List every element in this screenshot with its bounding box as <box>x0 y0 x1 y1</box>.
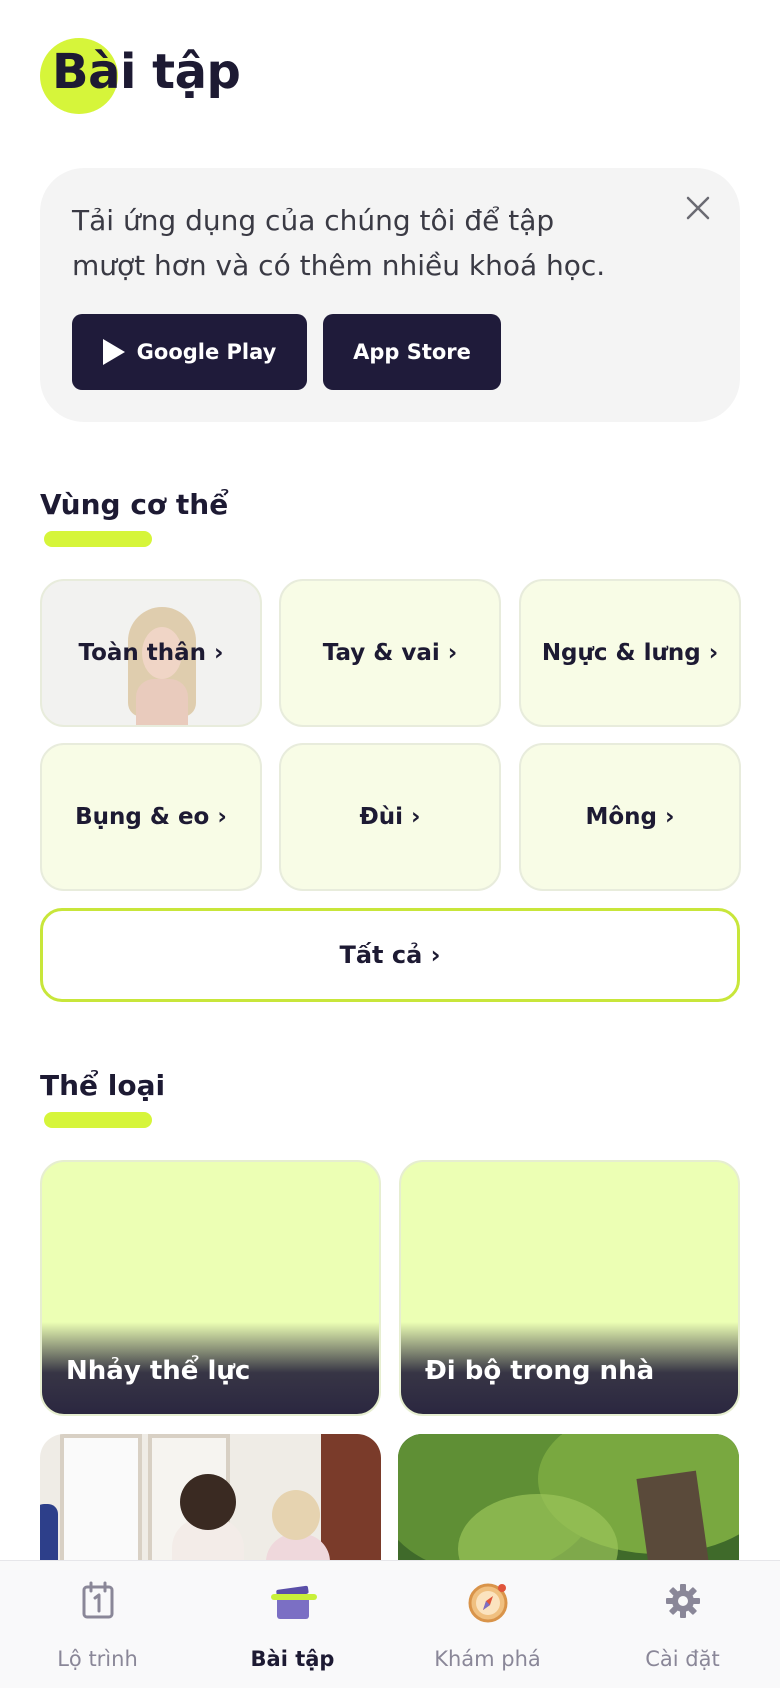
body-zone-card-thighs[interactable]: Đùi › <box>279 743 501 891</box>
section-underline <box>44 531 152 547</box>
banner-text: Tải ứng dụng của chúng tôi để tập mượt h… <box>72 204 606 282</box>
body-zone-label: Mông › <box>585 804 675 830</box>
compass-icon <box>464 1577 512 1625</box>
clapperboard-icon <box>269 1577 317 1625</box>
body-zone-card-chest-back[interactable]: Ngực & lưng › <box>519 579 741 727</box>
play-icon <box>102 339 125 365</box>
section-title-categories: Thể loại <box>40 1069 166 1102</box>
all-button-label: Tất cả › <box>339 941 441 969</box>
gear-icon <box>659 1577 707 1625</box>
app-store-button[interactable]: App Store <box>323 314 501 390</box>
category-label: Đi bộ trong nhà <box>425 1356 655 1386</box>
body-zone-label: Toàn thân › <box>78 640 224 666</box>
tab-settings[interactable]: Cài đặt <box>585 1561 780 1688</box>
bottom-tab-bar: Lộ trình Bài tập Khám phá Cài đặt <box>0 1560 780 1688</box>
app-download-banner: Tải ứng dụng của chúng tôi để tập mượt h… <box>40 168 740 422</box>
google-play-button[interactable]: Google Play <box>72 314 307 390</box>
model-photo <box>122 607 202 725</box>
body-zone-label: Tay & vai › <box>322 640 458 666</box>
tab-label: Khám phá <box>434 1647 541 1671</box>
close-icon[interactable] <box>680 190 716 226</box>
body-zone-card-arms-shoulders[interactable]: Tay & vai › <box>279 579 501 727</box>
category-card-fitness-dance[interactable]: Nhảy thể lực <box>40 1160 381 1416</box>
body-zone-card-abs-waist[interactable]: Bụng & eo › <box>40 743 262 891</box>
calendar-icon <box>74 1577 122 1625</box>
body-zone-label: Bụng & eo › <box>75 804 227 830</box>
body-zone-card-full-body[interactable]: Toàn thân › <box>40 579 262 727</box>
tab-explore[interactable]: Khám phá <box>390 1561 585 1688</box>
body-zone-card-glutes[interactable]: Mông › <box>519 743 741 891</box>
section-underline <box>44 1112 152 1128</box>
app-store-label: App Store <box>353 340 471 364</box>
tab-label: Lộ trình <box>57 1647 138 1671</box>
google-play-label: Google Play <box>136 340 277 364</box>
body-zone-label: Ngực & lưng › <box>541 640 719 666</box>
body-zone-label: Đùi › <box>359 804 421 830</box>
tab-label: Cài đặt <box>645 1647 720 1671</box>
tab-label: Bài tập <box>250 1647 335 1671</box>
category-card-indoor-walking[interactable]: Đi bộ trong nhà <box>399 1160 740 1416</box>
section-title-body-zones: Vùng cơ thể <box>40 488 229 521</box>
category-label: Nhảy thể lực <box>66 1356 251 1386</box>
tab-workouts[interactable]: Bài tập <box>195 1561 390 1688</box>
all-body-zones-button[interactable]: Tất cả › <box>40 908 740 1002</box>
page-title: Bài tập <box>52 44 241 100</box>
tab-roadmap[interactable]: Lộ trình <box>0 1561 195 1688</box>
